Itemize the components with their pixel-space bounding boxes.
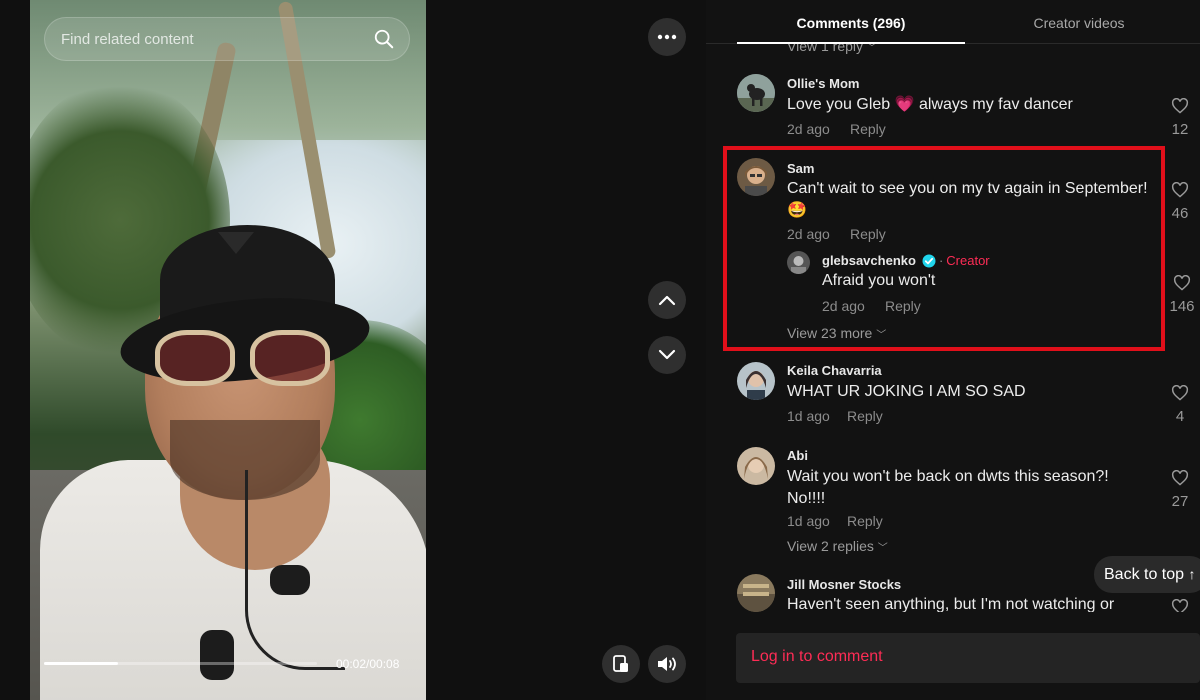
reply-button[interactable]: Reply xyxy=(847,408,883,424)
like-count: 12 xyxy=(1171,121,1189,138)
user-avatar-icon xyxy=(737,362,775,400)
back-to-top-button[interactable]: Back to top ↑ xyxy=(1094,556,1200,593)
comment-date: 1d ago xyxy=(787,513,830,529)
heart-icon xyxy=(1173,274,1191,291)
comment-text: Haven't seen anything, but I'm not watch… xyxy=(787,596,1115,612)
more-dots-icon xyxy=(657,34,677,40)
like-count: 4 xyxy=(1175,408,1185,425)
tab-creator-videos[interactable]: Creator videos xyxy=(965,0,1193,44)
tab-bar: Comments (296) Creator videos xyxy=(706,0,1200,44)
heart-icon xyxy=(1171,384,1189,401)
video-time: 00:02/00:08 xyxy=(336,657,400,671)
arrow-up-icon: ↑ xyxy=(1188,566,1196,582)
heart-icon xyxy=(1171,469,1189,486)
like-button[interactable]: 12 xyxy=(1167,97,1193,138)
chevron-down-icon xyxy=(658,349,676,360)
comment-list: View 1 reply ﹀ Ollie's Mom Love you Gleb… xyxy=(706,44,1200,612)
video-frame-sunglasses xyxy=(155,330,335,390)
mini-player-icon xyxy=(613,655,628,672)
user-avatar-icon xyxy=(737,447,775,485)
comment-text-part: Love you Gleb xyxy=(787,96,891,113)
comment-text-line: Wait you won't be back on dwts this seas… xyxy=(787,468,1109,485)
video-pane: 00:02/00:08 xyxy=(0,0,706,700)
login-to-comment-label: Log in to comment xyxy=(751,648,883,665)
comment-date: 1d ago xyxy=(787,408,830,424)
video-player[interactable] xyxy=(30,0,426,700)
chevron-up-icon xyxy=(658,295,676,306)
comment-text-line: No!!!! xyxy=(787,490,826,507)
search-input[interactable] xyxy=(61,30,361,48)
view-replies-label: View 1 reply xyxy=(787,44,864,54)
comment-date: 2d ago xyxy=(787,121,830,137)
next-video-button[interactable] xyxy=(648,336,686,374)
comment-text: WHAT UR JOKING I AM SO SAD xyxy=(787,383,1026,400)
previous-video-button[interactable] xyxy=(648,281,686,319)
tab-comments[interactable]: Comments (296) xyxy=(737,0,965,44)
back-to-top-label: Back to top xyxy=(1104,566,1185,583)
like-count: 46 xyxy=(1171,205,1189,222)
search-bar[interactable] xyxy=(44,17,410,61)
heart-icon xyxy=(1171,97,1189,114)
heart-icon xyxy=(1171,598,1189,612)
volume-button[interactable] xyxy=(648,645,686,683)
highlight-box xyxy=(723,146,1165,351)
video-frame-earbud xyxy=(200,630,234,680)
view-replies-link[interactable]: View 1 reply ﹀ xyxy=(787,44,877,54)
more-options-button[interactable] xyxy=(648,18,686,56)
video-progress-bar[interactable] xyxy=(44,662,317,665)
comment-username[interactable]: Keila Chavarria xyxy=(787,363,882,378)
like-count: 27 xyxy=(1171,493,1189,510)
chevron-down-icon: ﹀ xyxy=(866,44,877,54)
user-avatar-icon xyxy=(737,574,775,612)
comment-text: Wait you won't be back on dwts this seas… xyxy=(787,466,1109,510)
like-count: 146 xyxy=(1169,298,1195,315)
reply-button[interactable]: Reply xyxy=(847,513,883,529)
login-to-comment-bar[interactable]: Log in to comment xyxy=(736,633,1200,683)
heart-icon xyxy=(1171,181,1189,198)
video-frame-lens xyxy=(250,330,330,386)
floating-player-button[interactable] xyxy=(602,645,640,683)
avatar[interactable] xyxy=(737,574,775,612)
like-button[interactable]: 27 xyxy=(1167,469,1193,510)
reply-button[interactable]: Reply xyxy=(850,121,886,137)
app-root: 00:02/00:08 xyxy=(0,0,1200,700)
avatar[interactable] xyxy=(737,362,775,400)
video-frame-lens xyxy=(155,330,235,386)
video-progress-fill xyxy=(44,662,118,665)
avatar[interactable] xyxy=(737,447,775,485)
like-button[interactable] xyxy=(1167,598,1193,612)
comment-username[interactable]: Ollie's Mom xyxy=(787,76,859,91)
comment-text-part: always my fav dancer xyxy=(919,96,1073,113)
view-replies-label: View 2 replies xyxy=(787,538,874,554)
like-button[interactable]: 46 xyxy=(1167,181,1193,222)
comment-text: Love you Gleb 💗 always my fav dancer xyxy=(787,94,1073,116)
comment-username[interactable]: Jill Mosner Stocks xyxy=(787,577,901,592)
view-replies-link[interactable]: View 2 replies ﹀ xyxy=(787,538,888,554)
video-frame-earbud xyxy=(270,565,310,595)
avatar[interactable] xyxy=(737,74,775,112)
speaker-icon xyxy=(658,657,676,671)
search-icon[interactable] xyxy=(373,28,395,50)
like-button[interactable]: 4 xyxy=(1167,384,1193,425)
like-button[interactable]: 146 xyxy=(1167,274,1197,315)
dog-avatar-icon xyxy=(737,74,775,112)
chevron-down-icon: ﹀ xyxy=(877,543,888,554)
comment-username[interactable]: Abi xyxy=(787,448,808,463)
comments-panel: Comments (296) Creator videos View 1 rep… xyxy=(706,0,1200,700)
heart-emoji: 💗 xyxy=(894,96,915,113)
